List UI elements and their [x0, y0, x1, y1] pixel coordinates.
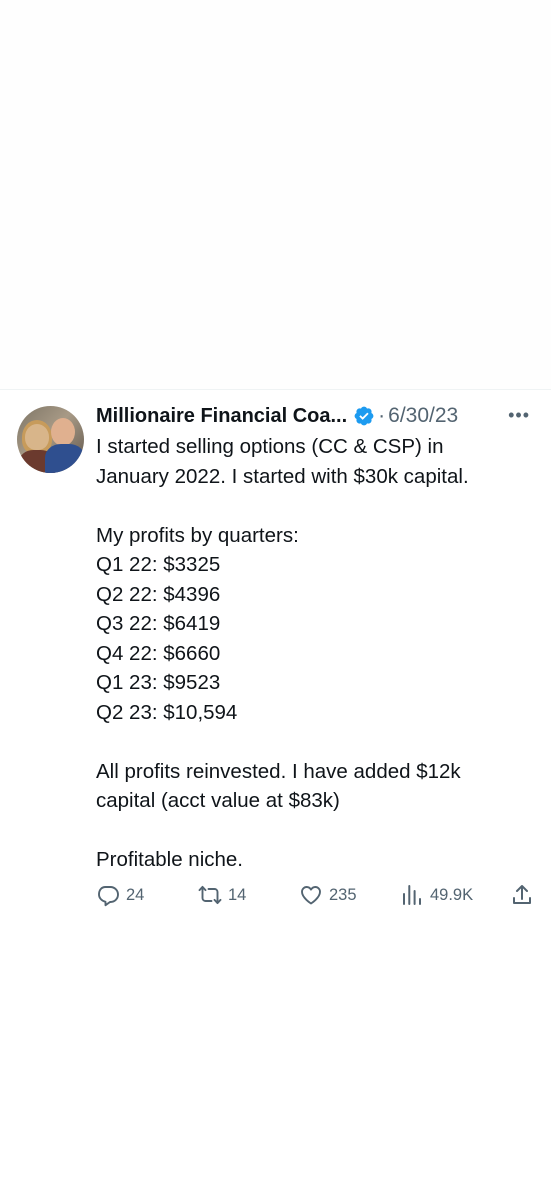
reply-count: 24: [126, 885, 145, 904]
tweet-text-line: I started selling options (CC & CSP) in: [96, 435, 444, 458]
reply-icon: [98, 886, 119, 907]
display-name[interactable]: Millionaire Financial Coa...: [96, 405, 347, 428]
tweet-text-line: January 2022. I started with $30k capita…: [96, 464, 469, 488]
avatar-person-face: [25, 424, 49, 450]
tweet-text-line: Q2 23: $10,594: [96, 700, 238, 724]
retweet-button[interactable]: 14: [198, 880, 246, 910]
share-icon: [513, 885, 531, 904]
reply-button[interactable]: 24: [96, 880, 144, 910]
views-count: 49.9K: [430, 885, 474, 904]
retweet-icon: [198, 885, 222, 905]
tweet-text-line: capital (acct value at $83k): [96, 789, 340, 812]
tweet-text-line: Q4 22: $6660: [96, 641, 221, 665]
retweet-count: 14: [228, 885, 247, 904]
tweet-text-line: Profitable niche.: [96, 848, 244, 871]
tweet-text-line: My profits by quarters:: [96, 523, 299, 547]
tweet-text-line: Q2 22: $4396: [96, 582, 221, 606]
tweet-text-line: Q3 22: $6419: [96, 612, 221, 635]
tweet-date[interactable]: 6/30/23: [388, 404, 458, 428]
verified-badge-icon[interactable]: [353, 405, 375, 427]
tweet-actions: 24 14 235 49.9K: [96, 880, 541, 910]
tweet-header: Millionaire Financial Coa... · 6/30/23 •…: [96, 402, 536, 430]
views-chart-icon: [403, 885, 421, 905]
avatar-person-face: [51, 418, 75, 446]
tweet-text-line: Q1 23: $9523: [96, 671, 221, 694]
like-count: 235: [329, 885, 357, 904]
tweet-text-line: All profits reinvested. I have added $12…: [96, 759, 461, 783]
avatar-person-body: [45, 444, 84, 473]
tweet[interactable]: Millionaire Financial Coa... · 6/30/23 •…: [0, 390, 551, 930]
like-button[interactable]: 235: [299, 880, 357, 910]
heart-icon: [301, 886, 321, 905]
date-separator: ·: [378, 404, 386, 427]
share-button[interactable]: [510, 880, 540, 910]
blank-area-top: [0, 0, 551, 389]
views-button[interactable]: 49.9K: [400, 880, 473, 910]
more-options-icon[interactable]: •••: [508, 402, 530, 428]
avatar[interactable]: [17, 406, 84, 473]
tweet-text-line: Q1 22: $3325: [96, 553, 221, 576]
tweet-text: I started selling options (CC & CSP) in …: [96, 432, 536, 875]
